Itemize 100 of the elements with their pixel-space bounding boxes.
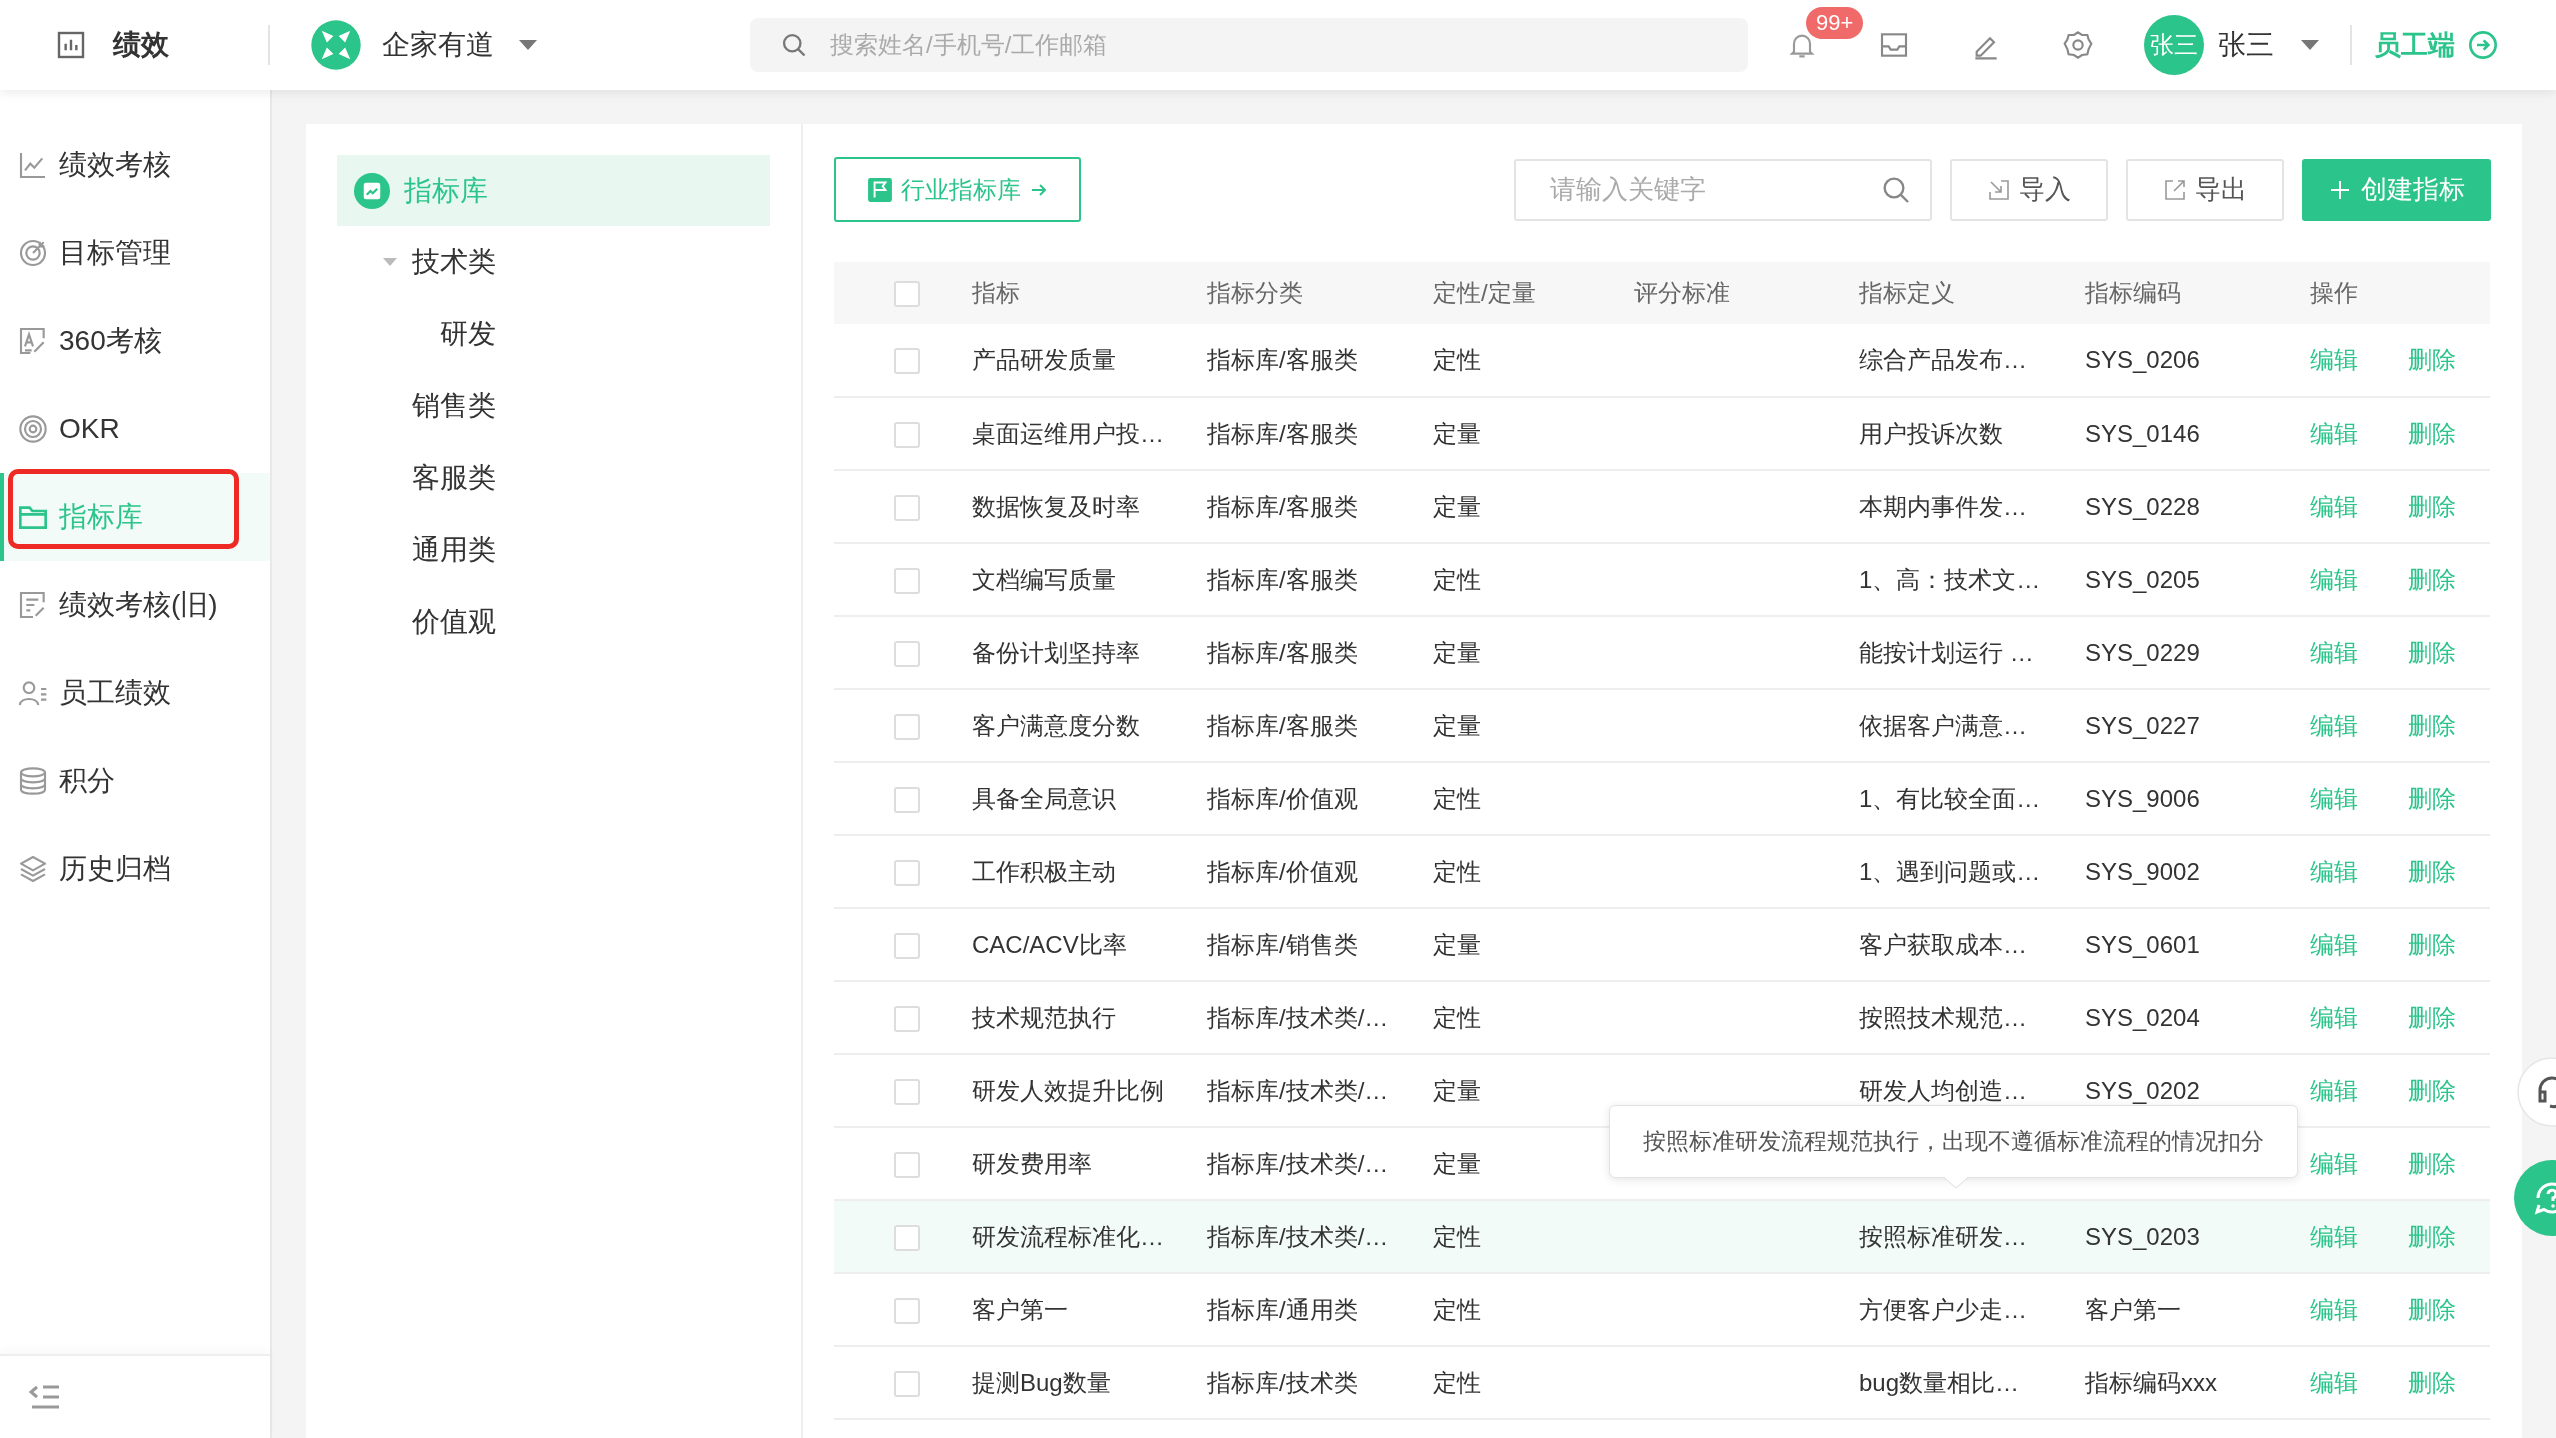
action-link[interactable]: 删除 (2408, 419, 2456, 447)
checkbox[interactable] (894, 1297, 920, 1324)
table-cell: 定量 (1433, 711, 1481, 739)
checkbox[interactable] (894, 713, 920, 740)
table-cell: SYS_9006 (2085, 784, 2200, 812)
action-link[interactable]: 编辑 (2310, 784, 2358, 812)
action-link[interactable]: 编辑 (2310, 1149, 2358, 1177)
tree-item[interactable]: 技术类 (337, 226, 770, 298)
checkbox[interactable] (894, 859, 920, 886)
table-cell: 定性 (1433, 1295, 1481, 1323)
table-cell: 按照技术规范… (1859, 1003, 2027, 1031)
tree-item[interactable]: 客服类 (337, 442, 770, 514)
checkbox[interactable] (894, 567, 920, 594)
action-link[interactable]: 删除 (2408, 1003, 2456, 1031)
action-link[interactable]: 删除 (2408, 1149, 2456, 1177)
keyword-field[interactable]: 请输入关键字 (1514, 158, 1932, 221)
table-cell: 定量 (1433, 638, 1481, 666)
collapse-icon[interactable] (29, 1384, 61, 1410)
sidebar-item[interactable]: 积分 (0, 737, 270, 825)
table-cell: 指标库/销售类 (1207, 930, 1358, 958)
table-cell: 1、高：技术文… (1859, 565, 2041, 593)
action-link[interactable]: 编辑 (2310, 1076, 2358, 1104)
action-link[interactable]: 编辑 (2310, 1295, 2358, 1323)
action-link[interactable]: 编辑 (2310, 930, 2358, 958)
import-button[interactable]: 导入 (1950, 158, 2108, 221)
user-menu[interactable]: 张三 张三 (2144, 15, 2320, 75)
checkbox[interactable] (894, 1078, 920, 1105)
action-link[interactable]: 编辑 (2310, 1003, 2358, 1031)
app-title: 绩效 (113, 28, 169, 62)
action-link[interactable]: 编辑 (2310, 711, 2358, 739)
search-field[interactable]: 搜索姓名/手机号/工作邮箱 (750, 18, 1748, 72)
action-link[interactable]: 删除 (2408, 638, 2456, 666)
action-link[interactable]: 编辑 (2310, 1222, 2358, 1250)
sidebar-item[interactable]: 员工绩效 (0, 649, 270, 737)
sidebar-item[interactable]: 360考核 (0, 297, 270, 385)
action-link[interactable]: 删除 (2408, 711, 2456, 739)
action-link[interactable]: 编辑 (2310, 492, 2358, 520)
checkbox[interactable] (894, 786, 920, 813)
tree-item[interactable]: 销售类 (337, 370, 770, 442)
checkbox[interactable] (894, 421, 920, 448)
tree-item[interactable]: 通用类 (337, 514, 770, 586)
table-cell: 定量 (1433, 1076, 1481, 1104)
checkbox[interactable] (894, 1151, 920, 1178)
table-cell: 指标库/技术类/… (1207, 1076, 1389, 1104)
table-cell: 定量 (1433, 419, 1481, 447)
action-link[interactable]: 删除 (2408, 857, 2456, 885)
table-cell: 定量 (1433, 930, 1481, 958)
tree-item[interactable]: 指标库 (337, 155, 770, 226)
action-link[interactable]: 删除 (2408, 1368, 2456, 1396)
table-cell: 工作积极主动 (972, 857, 1116, 885)
industry-library-button[interactable]: 行业指标库 (834, 157, 1081, 222)
action-link[interactable]: 编辑 (2310, 565, 2358, 593)
help-icon[interactable] (2512, 1158, 2556, 1238)
action-link[interactable]: 编辑 (2310, 419, 2358, 447)
sidebar-item[interactable]: OKR (0, 385, 270, 473)
action-link[interactable]: 删除 (2408, 930, 2456, 958)
table-cell: 指标库/客服类 (1207, 638, 1358, 666)
action-link[interactable]: 编辑 (2310, 346, 2358, 373)
settings-icon[interactable] (2062, 29, 2094, 61)
checkbox[interactable] (894, 494, 920, 521)
table-cell: 指标库/客服类 (1207, 419, 1358, 447)
checkbox[interactable] (894, 1224, 920, 1251)
table-cell: 定性 (1433, 784, 1481, 812)
table-cell: 研发费用率 (972, 1149, 1092, 1177)
search-input[interactable]: 搜索姓名/手机号/工作邮箱 (828, 24, 1748, 66)
sidebar-item[interactable]: 目标管理 (0, 209, 270, 297)
checkbox[interactable] (894, 348, 920, 375)
action-link[interactable]: 删除 (2408, 492, 2456, 520)
action-link[interactable]: 删除 (2408, 346, 2456, 373)
checkbox[interactable] (894, 281, 920, 308)
action-link[interactable]: 编辑 (2310, 1368, 2358, 1396)
action-link[interactable]: 删除 (2408, 1076, 2456, 1104)
tree-item[interactable]: 价值观 (337, 586, 770, 658)
checkbox[interactable] (894, 932, 920, 959)
action-link[interactable]: 删除 (2408, 1222, 2456, 1250)
action-link[interactable]: 删除 (2408, 784, 2456, 812)
checkbox[interactable] (894, 640, 920, 667)
sidebar-item[interactable]: 绩效考核(旧) (0, 561, 270, 649)
checkbox[interactable] (894, 1370, 920, 1397)
export-button[interactable]: 导出 (2126, 158, 2284, 221)
action-link[interactable]: 删除 (2408, 565, 2456, 593)
table-cell: SYS_0229 (2085, 638, 2200, 666)
caret-icon[interactable] (382, 257, 398, 267)
avatar: 张三 (2144, 15, 2204, 75)
checkbox[interactable] (894, 1005, 920, 1032)
action-link[interactable]: 编辑 (2310, 857, 2358, 885)
table-cell: 数据恢复及时率 (972, 492, 1140, 520)
action-link[interactable]: 删除 (2408, 1295, 2456, 1323)
headset-icon[interactable] (2514, 1056, 2556, 1128)
sidebar-item[interactable]: 历史归档 (0, 825, 270, 913)
action-link[interactable]: 编辑 (2310, 638, 2358, 666)
switch-link[interactable]: 员工端 (2374, 27, 2499, 63)
table-cell: 指标库/客服类 (1207, 565, 1358, 593)
create-button[interactable]: 创建指标 (2302, 158, 2491, 221)
table-cell: 指标库/客服类 (1207, 492, 1358, 520)
sidebar-item[interactable]: 绩效考核 (0, 121, 270, 209)
tree-item[interactable]: 研发 (337, 298, 770, 370)
trend-icon (354, 172, 390, 209)
table-cell: SYS_0202 (2085, 1076, 2200, 1104)
company-switcher[interactable]: 企家有道 (310, 19, 750, 71)
